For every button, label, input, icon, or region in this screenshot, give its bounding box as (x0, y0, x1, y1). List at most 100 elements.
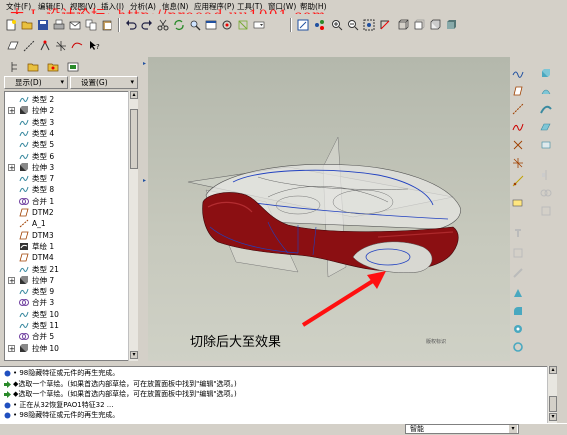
scroll-down-icon[interactable]: ▾ (549, 413, 557, 421)
zoom-out-icon[interactable] (346, 18, 360, 32)
tree-item[interactable]: A_1 (5, 218, 129, 229)
revolve-feature-icon[interactable] (539, 84, 553, 98)
panel-splitter[interactable]: ▸ ▸ (143, 60, 147, 360)
csys-tool-icon[interactable] (511, 156, 525, 170)
tree-item[interactable]: 类型 7 (5, 173, 129, 184)
zoom-in-icon[interactable] (330, 18, 344, 32)
orient-icon[interactable] (312, 18, 326, 32)
annotation-tool-icon[interactable] (511, 196, 525, 210)
model-tree[interactable]: 类型 2 + 拉伸 2 类型 3 类型 4 类型 5 类型 6 + 拉伸 3 类型 7 类型 8 合并… (4, 91, 138, 361)
open-folder-icon[interactable] (20, 18, 34, 32)
tree-item[interactable]: 类型 21 (5, 264, 129, 275)
display-label: 显示(D) (15, 78, 42, 87)
datum-csys-icon[interactable] (54, 39, 68, 53)
plane-tool-icon[interactable] (511, 84, 525, 98)
tree-item[interactable]: DTM4 (5, 252, 129, 263)
tree-item[interactable]: + 拉伸 3 (5, 162, 129, 173)
hidden-line-icon[interactable] (412, 18, 426, 32)
boundary-blend-icon[interactable] (539, 138, 553, 152)
favorites-tab-icon[interactable] (46, 60, 60, 74)
cut-icon[interactable] (156, 18, 170, 32)
expand-icon[interactable]: + (8, 163, 15, 171)
sketch-tool-icon[interactable] (511, 66, 525, 80)
collapse-arrow-icon[interactable]: ▸ (143, 60, 146, 67)
whats-this-help-icon[interactable]: ? (88, 39, 102, 53)
view-mode-dropdown-icon[interactable] (252, 18, 266, 32)
expand-icon[interactable]: + (8, 276, 15, 284)
scroll-up-icon[interactable]: ▴ (130, 91, 138, 99)
regenerate-icon[interactable] (172, 18, 186, 32)
select-window-icon[interactable] (204, 18, 218, 32)
tree-item[interactable]: 草绘 1 (5, 241, 129, 252)
tree-item[interactable]: 类型 5 (5, 139, 129, 150)
redo-icon[interactable] (140, 18, 154, 32)
reorient-icon[interactable] (378, 18, 392, 32)
datum-plane-icon (19, 231, 29, 240)
draft-tool-icon[interactable] (511, 286, 525, 300)
tree-scrollbar[interactable]: ▴ ▾ (128, 91, 138, 361)
settings-menu-button[interactable]: 设置(G) ▾ (70, 76, 138, 89)
tree-item[interactable]: 合并 5 (5, 331, 129, 342)
datum-display-icon[interactable] (236, 18, 250, 32)
sketch-plane-icon[interactable] (6, 39, 20, 53)
scroll-down-icon[interactable]: ▾ (130, 351, 138, 359)
tree-item[interactable]: 类型 9 (5, 286, 129, 297)
print-icon[interactable] (52, 18, 66, 32)
analysis-tool-icon[interactable] (511, 174, 525, 188)
tree-item[interactable]: + 拉伸 2 (5, 105, 129, 116)
tree-item[interactable]: 类型 2 (5, 94, 129, 105)
tree-item[interactable]: DTM2 (5, 207, 129, 218)
save-icon[interactable] (36, 18, 50, 32)
email-icon[interactable] (68, 18, 82, 32)
info-icon (4, 412, 11, 419)
graphics-viewport[interactable]: 版权标识 (148, 57, 510, 361)
tree-item[interactable]: + 拉伸 10 (5, 343, 129, 354)
tree-item[interactable]: 类型 6 (5, 151, 129, 162)
undo-icon[interactable] (124, 18, 138, 32)
extrude-tool-icon[interactable] (539, 66, 553, 80)
chamfer-tool-icon[interactable] (511, 322, 525, 336)
axis-tool-icon[interactable] (511, 102, 525, 116)
spin-center-icon[interactable] (220, 18, 234, 32)
expand-icon[interactable]: + (8, 344, 15, 352)
scroll-thumb[interactable] (130, 109, 138, 169)
tree-item[interactable]: DTM3 (5, 230, 129, 241)
message-scrollbar[interactable]: ▴ ▾ (547, 366, 557, 423)
datum-point-icon[interactable] (38, 39, 52, 53)
folder-browser-tab-icon[interactable] (26, 60, 40, 74)
tree-item[interactable]: 合并 1 (5, 196, 129, 207)
tree-item[interactable]: 类型 3 (5, 117, 129, 128)
collapse-arrow-icon[interactable]: ▸ (143, 177, 146, 184)
tree-item[interactable]: + 拉伸 7 (5, 275, 129, 286)
datum-axis-icon[interactable] (22, 39, 36, 53)
copy-icon[interactable] (84, 18, 98, 32)
revolve-tool-icon[interactable] (511, 340, 525, 354)
shading-icon[interactable] (444, 18, 458, 32)
find-icon[interactable] (188, 18, 202, 32)
tree-item[interactable]: 类型 4 (5, 128, 129, 139)
tree-item[interactable]: 类型 11 (5, 320, 129, 331)
paste-icon[interactable] (100, 18, 114, 32)
tree-item[interactable]: 类型 8 (5, 184, 129, 195)
tree-item[interactable]: 合并 3 (5, 297, 129, 308)
model-tree-tab-icon[interactable] (8, 60, 22, 74)
wireframe-icon[interactable] (396, 18, 410, 32)
curve-tool-icon[interactable] (511, 120, 525, 134)
sweep-tool-icon[interactable] (539, 102, 553, 116)
repaint-icon[interactable] (296, 18, 310, 32)
no-hidden-icon[interactable] (428, 18, 442, 32)
scroll-up-icon[interactable]: ▴ (549, 366, 557, 374)
new-file-icon[interactable] (4, 18, 18, 32)
display-menu-button[interactable]: 显示(D) ▾ (4, 76, 68, 89)
connections-tab-icon[interactable] (66, 60, 80, 74)
round-tool-icon[interactable] (511, 304, 525, 318)
scroll-thumb[interactable] (549, 396, 557, 412)
blend-tool-icon[interactable] (539, 120, 553, 134)
datum-curve-icon[interactable] (70, 39, 84, 53)
selection-filter-select[interactable]: 智能 ▾ (405, 424, 519, 434)
expand-icon[interactable]: + (8, 107, 15, 115)
tree-item[interactable]: 类型 10 (5, 309, 129, 320)
point-tool-icon[interactable] (511, 138, 525, 152)
refit-icon[interactable] (362, 18, 376, 32)
tree-item-label: A_1 (32, 219, 46, 229)
